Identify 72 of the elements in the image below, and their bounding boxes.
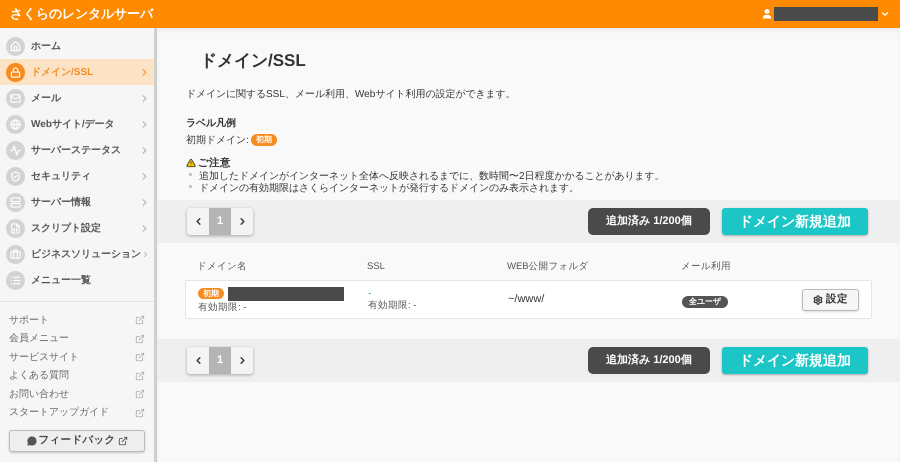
count-button[interactable]: 追加済み 1/200個 [588, 208, 710, 235]
external-link-icon [135, 408, 145, 418]
external-link-icon [135, 315, 145, 326]
feedback-button[interactable]: フィードバック [9, 430, 145, 452]
sidebar-link[interactable]: よくある質問 [9, 368, 135, 384]
home-icon [6, 36, 25, 56]
warning-icon [186, 158, 196, 168]
sidebar-link[interactable]: スタートアップガイド [9, 405, 135, 420]
initial-badge: 初期 [250, 134, 277, 146]
lock-icon [6, 62, 25, 82]
briefcase-icon [6, 244, 25, 264]
sidebar-item[interactable]: ビジネスソリューション [0, 241, 154, 267]
table-cell-text: 有効期限: - [368, 300, 418, 312]
table-cell-text: 有効期限: - [198, 302, 248, 312]
globe-icon [6, 114, 25, 134]
sidebar-label: ドメイン/SSL [31, 66, 94, 80]
sidebar-item[interactable]: サーバーステータス [0, 137, 154, 163]
chevron-down-icon[interactable] [880, 9, 890, 19]
initial-badge: 初期 [198, 288, 224, 299]
column-header: WEB公開フォルダ [507, 260, 590, 274]
page-title: ドメイン/SSL [200, 50, 307, 72]
speech-bubble-icon [26, 436, 36, 446]
sidebar-item[interactable]: サーバー情報 [0, 189, 154, 215]
sidebar-item[interactable]: セキュリティ [0, 163, 154, 189]
shield-icon [6, 166, 25, 186]
notice-text: ドメインの有効期限はさくらインターネットが発行するドメインのみ表示されます。 [199, 183, 579, 196]
column-header: SSL [367, 260, 386, 274]
legend-heading: ラベル凡例 [186, 116, 237, 130]
external-link-icon [135, 352, 145, 362]
bullet-icon [189, 185, 192, 188]
sidebar-item[interactable]: Webサイト/データ [0, 111, 154, 137]
column-header: ドメイン名 [197, 260, 248, 274]
table-cell-text: ~/www/ [508, 292, 546, 308]
mail-icon [6, 88, 25, 108]
count-button[interactable]: 追加済み 1/200個 [588, 347, 710, 374]
sidebar-label: スクリプト設定 [31, 221, 102, 236]
sidebar-label: メール [31, 92, 62, 106]
app-title: さくらのレンタルサーバ [10, 5, 153, 24]
chart-icon [6, 140, 25, 160]
bullet-icon [189, 173, 192, 176]
settings-icon [813, 294, 823, 304]
sidebar-label: サーバー情報 [31, 196, 92, 210]
external-link-icon [135, 370, 145, 381]
mail-badge: 全ユーザ [682, 296, 728, 308]
legend-label: 初期ドメイン: [186, 134, 249, 148]
column-header: メール利用 [681, 260, 732, 274]
sidebar-link[interactable]: サービスサイト [9, 350, 135, 365]
sidebar-link[interactable]: 会員メニュー [9, 331, 135, 346]
notice-text: 追加したドメインがインターネット全体へ反映されるまでに、数時間〜2日程度かかることがあります。 [199, 171, 665, 182]
page-description: ドメインに関するSSL、メール利用、Webサイト利用の設定ができます。 [186, 88, 516, 102]
table-cell-text: - [368, 288, 372, 300]
sidebar-label: ビジネスソリューション [31, 248, 141, 262]
external-link-icon [135, 389, 145, 400]
list-icon [6, 270, 25, 290]
sidebar-item[interactable]: メニュー一覧 [0, 267, 154, 293]
settings-button[interactable]: 設定 [802, 288, 859, 310]
external-link-icon [118, 436, 128, 446]
file-icon [6, 218, 25, 238]
sidebar-item[interactable]: メール [0, 85, 154, 111]
sidebar-item[interactable]: スクリプト設定 [0, 215, 154, 241]
user-icon [761, 8, 773, 20]
sidebar-link[interactable]: サポート [9, 312, 135, 328]
server-icon [6, 192, 25, 212]
sidebar-label: セキュリティ [31, 170, 92, 184]
external-link-icon [135, 334, 145, 344]
sidebar-label: メニュー一覧 [31, 274, 92, 288]
sidebar-item[interactable]: ホーム [0, 33, 154, 59]
sidebar-label: Webサイト/データ [31, 118, 116, 132]
sidebar-label: ホーム [31, 40, 62, 54]
sidebar-label: サーバーステータス [31, 144, 122, 158]
sidebar-link[interactable]: お問い合わせ [9, 386, 135, 402]
notice-heading: ご注意 [198, 156, 231, 170]
